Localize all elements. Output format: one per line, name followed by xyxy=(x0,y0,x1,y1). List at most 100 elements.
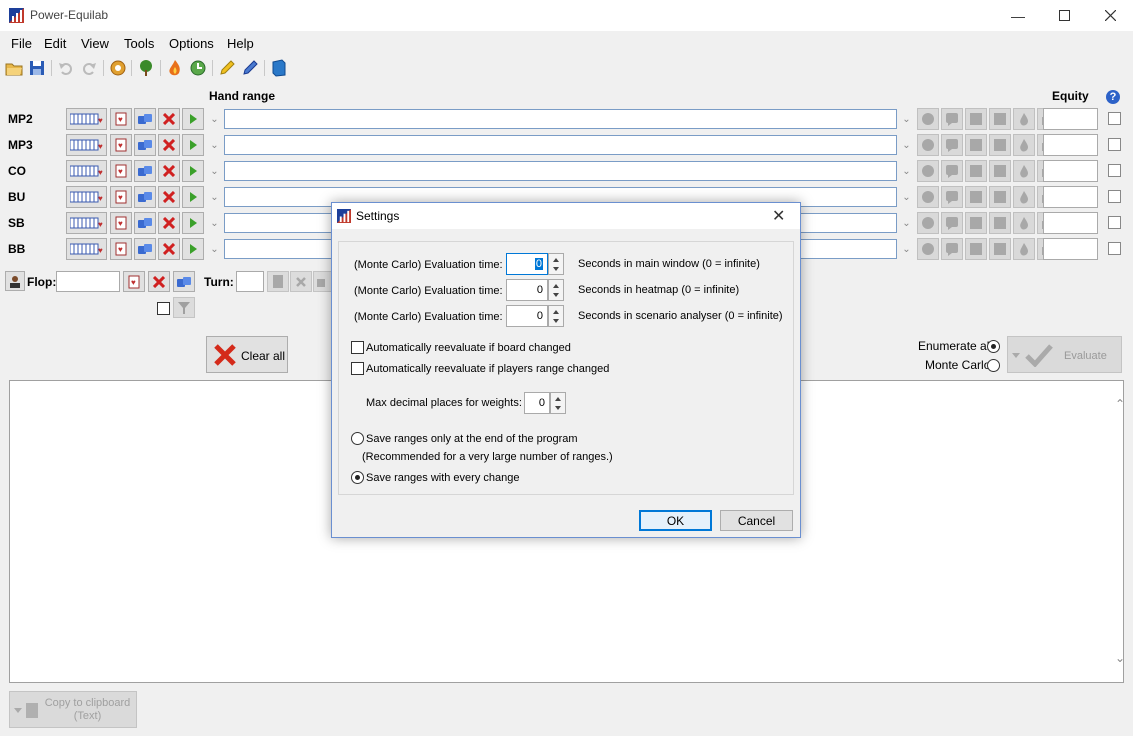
menu-options[interactable]: Options xyxy=(169,36,214,51)
range-tool-button[interactable] xyxy=(989,108,1011,130)
eval-time-spinner[interactable] xyxy=(548,305,564,327)
card-picker-button[interactable]: ♥ xyxy=(110,238,132,260)
pencil-yellow-icon[interactable] xyxy=(218,59,236,77)
range-menu-dropdown[interactable]: ⌄ xyxy=(206,239,223,259)
range-history-dropdown[interactable]: ⌄ xyxy=(898,239,915,259)
card-picker-button[interactable]: ♥ xyxy=(110,108,132,130)
expand-range-button[interactable] xyxy=(182,212,204,234)
player-enable-checkbox[interactable] xyxy=(1108,164,1121,177)
random-range-button[interactable] xyxy=(134,134,156,156)
save-end-radio[interactable] xyxy=(351,432,364,445)
range-tool-button[interactable] xyxy=(1013,212,1035,234)
range-history-dropdown[interactable]: ⌄ xyxy=(898,135,915,155)
copy-to-clipboard-button[interactable]: Copy to clipboard (Text) xyxy=(9,691,137,728)
enumerate-all-radio[interactable] xyxy=(987,340,1000,353)
range-tool-button[interactable] xyxy=(989,134,1011,156)
close-button[interactable] xyxy=(1087,0,1133,31)
range-tool-button[interactable] xyxy=(917,160,939,182)
player-avatar-button[interactable] xyxy=(5,271,25,291)
hand-range-input[interactable] xyxy=(224,161,897,181)
range-tool-button[interactable] xyxy=(917,212,939,234)
range-tool-button[interactable] xyxy=(941,238,963,260)
range-matrix-button[interactable]: ♥ xyxy=(66,160,107,182)
scroll-down-icon[interactable]: ⌄ xyxy=(1115,651,1125,665)
range-matrix-button[interactable]: ♥ xyxy=(66,212,107,234)
range-matrix-button[interactable]: ♥ xyxy=(66,238,107,260)
random-range-button[interactable] xyxy=(134,186,156,208)
range-menu-dropdown[interactable]: ⌄ xyxy=(206,187,223,207)
open-folder-icon[interactable] xyxy=(5,59,23,77)
filter-button[interactable] xyxy=(173,297,195,318)
player-enable-checkbox[interactable] xyxy=(1108,112,1121,125)
clear-range-button[interactable] xyxy=(158,212,180,234)
flop-random-button[interactable] xyxy=(173,271,195,292)
card-picker-button[interactable]: ♥ xyxy=(110,212,132,234)
player-enable-checkbox[interactable] xyxy=(1108,138,1121,151)
expand-range-button[interactable] xyxy=(182,186,204,208)
menu-view[interactable]: View xyxy=(81,36,109,51)
fire-icon[interactable] xyxy=(166,59,184,77)
flop-input[interactable] xyxy=(56,271,120,292)
range-tool-button[interactable] xyxy=(917,238,939,260)
eval-time-input[interactable]: 0 xyxy=(506,253,548,275)
filter-checkbox[interactable] xyxy=(157,302,170,315)
range-tool-button[interactable] xyxy=(941,134,963,156)
range-tool-button[interactable] xyxy=(1013,238,1035,260)
range-tool-button[interactable] xyxy=(1013,134,1035,156)
clear-all-button[interactable]: Clear all xyxy=(206,336,288,373)
scroll-up-icon[interactable]: ⌃ xyxy=(1115,397,1125,411)
range-history-dropdown[interactable]: ⌄ xyxy=(898,187,915,207)
save-icon[interactable] xyxy=(28,59,46,77)
range-menu-dropdown[interactable]: ⌄ xyxy=(206,135,223,155)
hand-range-input[interactable] xyxy=(224,109,897,129)
eval-time-input[interactable]: 0 xyxy=(506,279,548,301)
player-enable-checkbox[interactable] xyxy=(1108,190,1121,203)
auto-reevaluate-board-checkbox[interactable] xyxy=(351,341,364,354)
range-tool-button[interactable] xyxy=(965,160,987,182)
expand-range-button[interactable] xyxy=(182,134,204,156)
player-enable-checkbox[interactable] xyxy=(1108,216,1121,229)
cancel-button[interactable]: Cancel xyxy=(720,510,793,531)
random-range-button[interactable] xyxy=(134,238,156,260)
card-picker-button[interactable]: ♥ xyxy=(110,160,132,182)
card-picker-button[interactable]: ♥ xyxy=(110,186,132,208)
random-range-button[interactable] xyxy=(134,160,156,182)
monte-carlo-radio[interactable] xyxy=(987,359,1000,372)
range-tool-button[interactable] xyxy=(917,134,939,156)
clear-range-button[interactable] xyxy=(158,108,180,130)
range-tool-button[interactable] xyxy=(941,212,963,234)
range-history-dropdown[interactable]: ⌄ xyxy=(898,109,915,129)
range-tool-button[interactable] xyxy=(965,238,987,260)
range-tool-button[interactable] xyxy=(965,212,987,234)
turn-random-button[interactable] xyxy=(313,271,333,292)
range-menu-dropdown[interactable]: ⌄ xyxy=(206,161,223,181)
redo-icon[interactable] xyxy=(80,59,98,77)
range-tool-button[interactable] xyxy=(989,160,1011,182)
clear-range-button[interactable] xyxy=(158,134,180,156)
menu-tools[interactable]: Tools xyxy=(124,36,154,51)
expand-range-button[interactable] xyxy=(182,160,204,182)
card-picker-button[interactable]: ♥ xyxy=(110,134,132,156)
clear-range-button[interactable] xyxy=(158,238,180,260)
help-icon[interactable]: ? xyxy=(1106,90,1120,104)
range-matrix-button[interactable]: ♥ xyxy=(66,108,107,130)
range-tool-button[interactable] xyxy=(989,212,1011,234)
range-tool-button[interactable] xyxy=(989,238,1011,260)
range-tool-button[interactable] xyxy=(965,134,987,156)
range-tool-button[interactable] xyxy=(941,160,963,182)
range-tool-button[interactable] xyxy=(965,186,987,208)
decimal-places-input[interactable]: 0 xyxy=(524,392,550,414)
range-tool-button[interactable] xyxy=(941,108,963,130)
expand-range-button[interactable] xyxy=(182,238,204,260)
tree-icon[interactable] xyxy=(137,59,155,77)
evaluate-button[interactable]: Evaluate xyxy=(1007,336,1122,373)
pencil-blue-icon[interactable] xyxy=(241,59,259,77)
clear-range-button[interactable] xyxy=(158,186,180,208)
range-tool-button[interactable] xyxy=(965,108,987,130)
turn-card-picker-button[interactable] xyxy=(267,271,289,292)
range-menu-dropdown[interactable]: ⌄ xyxy=(206,109,223,129)
eval-time-spinner[interactable] xyxy=(548,253,564,275)
flop-clear-button[interactable] xyxy=(148,271,170,292)
maximize-button[interactable] xyxy=(1041,0,1087,31)
turn-input[interactable] xyxy=(236,271,264,292)
